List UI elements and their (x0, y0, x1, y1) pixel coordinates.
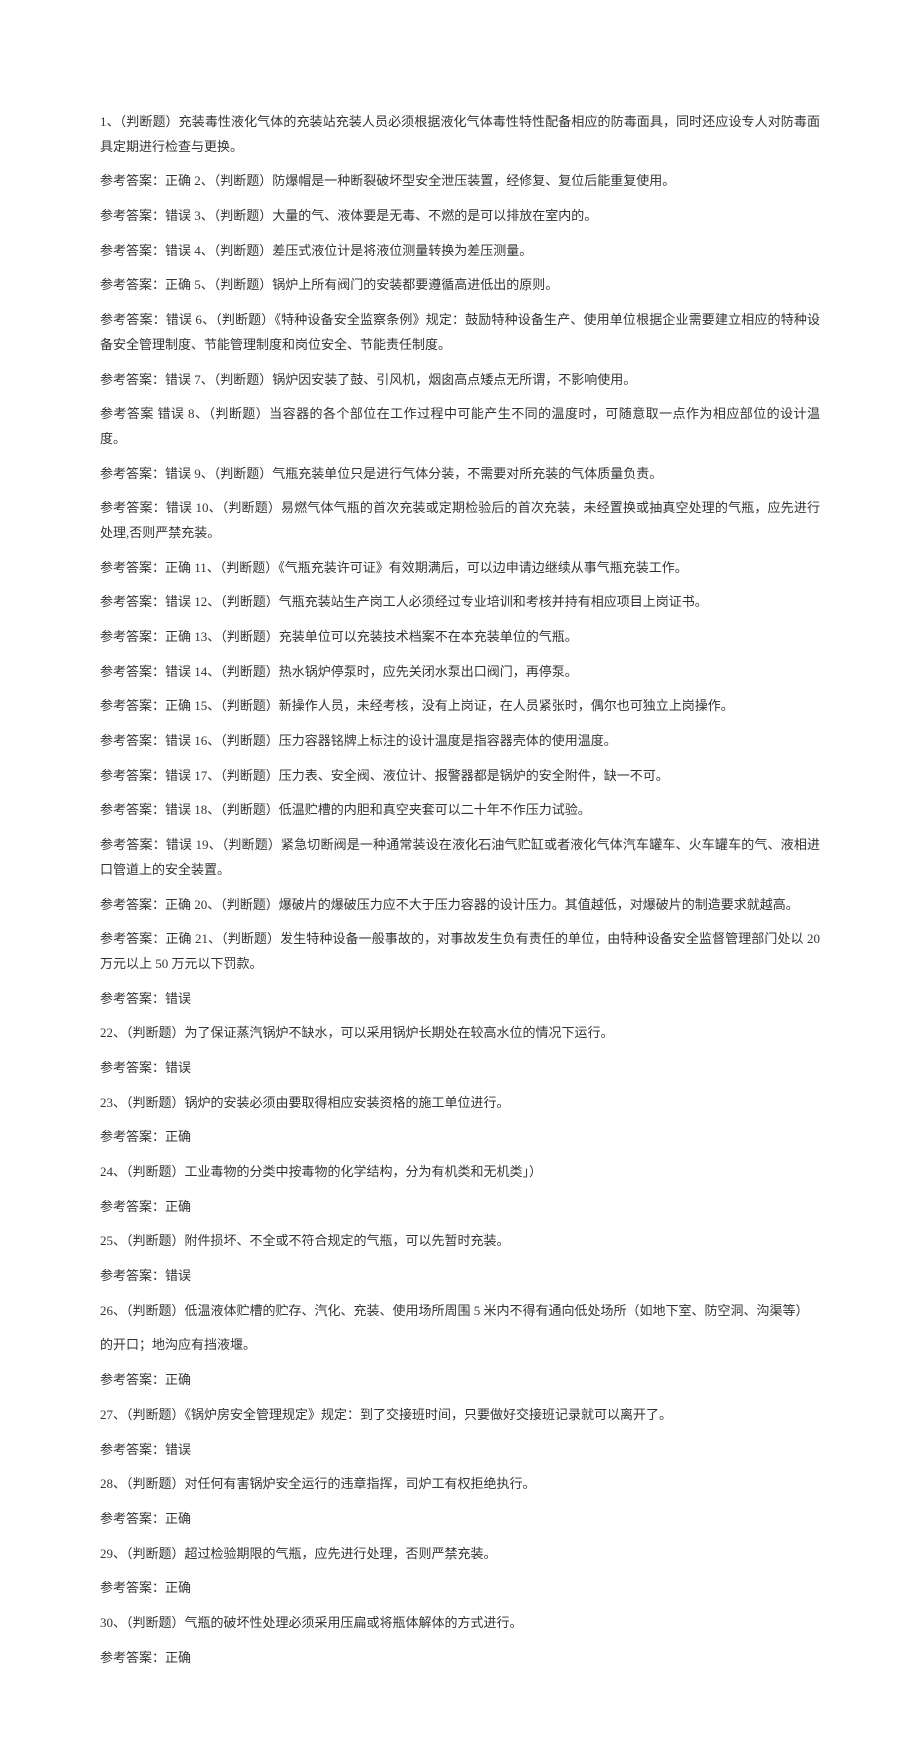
text-line: 参考答案：正确 (100, 1507, 820, 1532)
text-line: 参考答案：正确 15、（判断题）新操作人员，未经考核，没有上岗证，在人员紧张时，… (100, 694, 820, 719)
text-line: 参考答案：错误 (100, 1056, 820, 1081)
text-line: 25、（判断题）附件损坏、不全或不符合规定的气瓶，可以先暂时充装。 (100, 1229, 820, 1254)
text-line: 1、（判断题）充装毒性液化气体的充装站充装人员必须根据液化气体毒性特性配备相应的… (100, 110, 820, 159)
text-line: 23、（判断题）锅炉的安装必须由要取得相应安装资格的施工单位进行。 (100, 1091, 820, 1116)
text-line: 29、（判断题）超过检验期限的气瓶，应先进行处理，否则严禁充装。 (100, 1542, 820, 1567)
text-line: 27、（判断题）《锅炉房安全管理规定》规定：到了交接班时间，只要做好交接班记录就… (100, 1403, 820, 1428)
text-line: 参考答案：正确 21、（判断题）发生特种设备一般事故的，对事故发生负有责任的单位… (100, 927, 820, 976)
text-line: 参考答案：正确 (100, 1125, 820, 1150)
text-line: 参考答案：正确 11、（判断题）《气瓶充装许可证》有效期满后，可以边申请边继续从… (100, 556, 820, 581)
text-line: 参考答案：错误 (100, 1438, 820, 1463)
text-line: 参考答案：错误 (100, 987, 820, 1012)
document-body: 1、（判断题）充装毒性液化气体的充装站充装人员必须根据液化气体毒性特性配备相应的… (100, 110, 820, 1670)
text-line: 参考答案 错误 8、（判断题）当容器的各个部位在工作过程中可能产生不同的温度时，… (100, 402, 820, 451)
text-line: 参考答案：正确 (100, 1368, 820, 1393)
text-line: 参考答案：错误 12、（判断题）气瓶充装站生产岗工人必须经过专业培训和考核并持有… (100, 590, 820, 615)
text-line: 参考答案：错误 6、（判断题）《特种设备安全监察条例》规定：鼓励特种设备生产、使… (100, 308, 820, 357)
text-line: 28、（判断题）对任何有害锅炉安全运行的违章指挥，司炉工有权拒绝执行。 (100, 1472, 820, 1497)
text-line: 24、（判断题）工业毒物的分类中按毒物的化学结构，分为有机类和无机类」） (100, 1160, 820, 1185)
text-line: 参考答案：错误 (100, 1264, 820, 1289)
text-line: 参考答案：错误 9、（判断题）气瓶充装单位只是进行气体分装，不需要对所充装的气体… (100, 462, 820, 487)
text-line: 参考答案：错误 7、（判断题）锅炉因安装了鼓、引风机，烟囱高点矮点无所谓，不影响… (100, 368, 820, 393)
text-line: 22、（判断题）为了保证蒸汽锅炉不缺水，可以采用锅炉长期处在较高水位的情况下运行… (100, 1021, 820, 1046)
text-line: 参考答案：正确 (100, 1576, 820, 1601)
text-line: 参考答案：错误 14、（判断题）热水锅炉停泵时，应先关闭水泵出口阀门，再停泵。 (100, 660, 820, 685)
text-line: 参考答案：正确 (100, 1646, 820, 1671)
text-line: 参考答案：正确 20、（判断题）爆破片的爆破压力应不大于压力容器的设计压力。其值… (100, 893, 820, 918)
text-line: 参考答案：正确 5、（判断题）锅炉上所有阀门的安装都要遵循高进低出的原则。 (100, 273, 820, 298)
text-line: 参考答案：正确 2、（判断题）防爆帽是一种断裂破坏型安全泄压装置，经修复、复位后… (100, 169, 820, 194)
text-line: 参考答案：错误 18、（判断题）低温贮槽的内胆和真空夹套可以二十年不作压力试验。 (100, 798, 820, 823)
text-line: 参考答案：错误 16、（判断题）压力容器铭牌上标注的设计温度是指容器壳体的使用温… (100, 729, 820, 754)
text-line: 参考答案：错误 10、（判断题）易燃气体气瓶的首次充装或定期检验后的首次充装，未… (100, 496, 820, 545)
text-line: 30、（判断题）气瓶的破坏性处理必须采用压扁或将瓶体解体的方式进行。 (100, 1611, 820, 1636)
text-line: 参考答案：错误 19、（判断题）紧急切断阀是一种通常装设在液化石油气贮缸或者液化… (100, 833, 820, 882)
text-line: 参考答案：正确 13、（判断题）充装单位可以充装技术档案不在本充装单位的气瓶。 (100, 625, 820, 650)
text-line: 参考答案：错误 3、（判断题）大量的气、液体要是无毒、不燃的是可以排放在室内的。 (100, 204, 820, 229)
text-line: 参考答案：正确 (100, 1195, 820, 1220)
text-line: 的开口；地沟应有挡液堰。 (100, 1333, 820, 1358)
text-line: 26、（判断题）低温液体贮槽的贮存、汽化、充装、使用场所周围 5 米内不得有通向… (100, 1299, 820, 1324)
text-line: 参考答案：错误 4、（判断题）差压式液位计是将液位测量转换为差压测量。 (100, 239, 820, 264)
text-line: 参考答案：错误 17、（判断题）压力表、安全阀、液位计、报警器都是锅炉的安全附件… (100, 764, 820, 789)
